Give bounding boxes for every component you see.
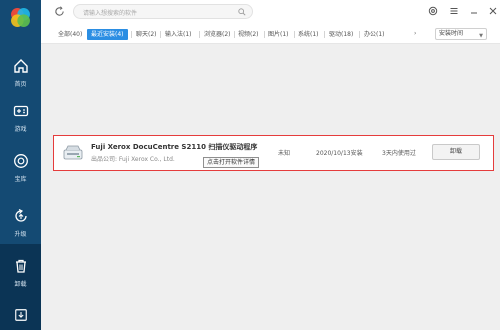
download-manager-button[interactable] — [0, 300, 41, 330]
tab-recent-install[interactable]: 最近安装(4) — [87, 29, 128, 40]
tab-divider — [324, 31, 325, 38]
tab-image[interactable]: 图片(1) — [268, 29, 289, 40]
sidebar-item-label: 卸载 — [14, 281, 27, 288]
top-bar: 请输入想搜索的软件 — [41, 0, 500, 24]
refresh-icon[interactable] — [54, 6, 65, 17]
tab-divider — [234, 31, 235, 38]
category-tabs: 全部(40) 最近安装(4) 聊天(2) 输入法(1) 浏览器(2) 视频(2)… — [41, 24, 500, 44]
search-box[interactable]: 请输入想搜索的软件 — [73, 4, 253, 19]
trash-icon — [15, 259, 26, 273]
treasure-icon — [13, 154, 28, 168]
tooltip: 点击打开软件详情 — [203, 157, 260, 168]
sidebar-item-label: 宝库 — [14, 176, 27, 183]
tabs-next-icon[interactable]: › — [414, 30, 416, 37]
app-list: Fuji Xerox DocuCentre S2110 扫描仪驱动程序 出品公司… — [41, 44, 500, 330]
tab-divider — [160, 31, 161, 38]
sort-dropdown[interactable]: 安装时间 ▼ — [435, 28, 487, 40]
sidebar-item-upgrade[interactable]: 升级 — [0, 194, 41, 250]
list-item[interactable]: Fuji Xerox DocuCentre S2110 扫描仪驱动程序 出品公司… — [53, 135, 494, 171]
tab-divider — [359, 31, 360, 38]
tab-divider — [199, 31, 200, 38]
sidebar-item-label: 首页 — [14, 81, 27, 88]
app-size: 未知 — [278, 150, 291, 157]
sort-value: 安装时间 — [439, 30, 464, 37]
app-usage: 3天内使用过 — [382, 150, 416, 157]
home-icon — [13, 59, 28, 73]
tab-video[interactable]: 视频(2) — [238, 29, 259, 40]
app-name[interactable]: Fuji Xerox DocuCentre S2110 扫描仪驱动程序 — [91, 142, 257, 152]
tab-browser[interactable]: 浏览器(2) — [204, 29, 231, 40]
sidebar-item-label: 升级 — [14, 231, 27, 238]
search-input[interactable]: 请输入想搜索的软件 — [83, 8, 137, 17]
tab-divider — [264, 31, 265, 38]
chevron-down-icon: ▼ — [479, 33, 483, 39]
app-install-date: 2020/10/13安装 — [316, 150, 363, 157]
gamepad-icon — [13, 105, 28, 117]
download-icon — [14, 309, 27, 321]
settings-icon[interactable] — [428, 6, 438, 16]
app-logo-icon — [11, 8, 30, 27]
app-publisher: 出品公司: Fuji Xerox Co., Ltd. — [91, 156, 175, 163]
tab-all[interactable]: 全部(40) — [58, 29, 82, 40]
tab-office[interactable]: 办公(1) — [364, 29, 385, 40]
tab-divider — [294, 31, 295, 38]
tab-input-method[interactable]: 输入法(1) — [165, 29, 192, 40]
sidebar: 首页 游戏 宝库 升级 卸载 — [0, 0, 41, 330]
tab-divider — [131, 31, 132, 38]
uninstall-button[interactable]: 卸载 — [432, 144, 480, 160]
menu-icon[interactable] — [449, 6, 459, 16]
sidebar-item-treasure[interactable]: 宝库 — [0, 139, 41, 195]
upgrade-icon — [14, 208, 27, 222]
sidebar-item-label: 游戏 — [14, 126, 27, 133]
scanner-icon — [63, 145, 83, 160]
sidebar-item-uninstall[interactable]: 卸载 — [0, 244, 41, 300]
tab-chat[interactable]: 聊天(2) — [136, 29, 157, 40]
sidebar-item-games[interactable]: 游戏 — [0, 89, 41, 145]
close-icon[interactable] — [488, 6, 498, 16]
minimize-icon[interactable] — [469, 6, 479, 16]
tab-system[interactable]: 系统(1) — [298, 29, 319, 40]
tab-driver[interactable]: 驱动(18) — [329, 29, 353, 40]
search-icon[interactable] — [238, 8, 246, 16]
